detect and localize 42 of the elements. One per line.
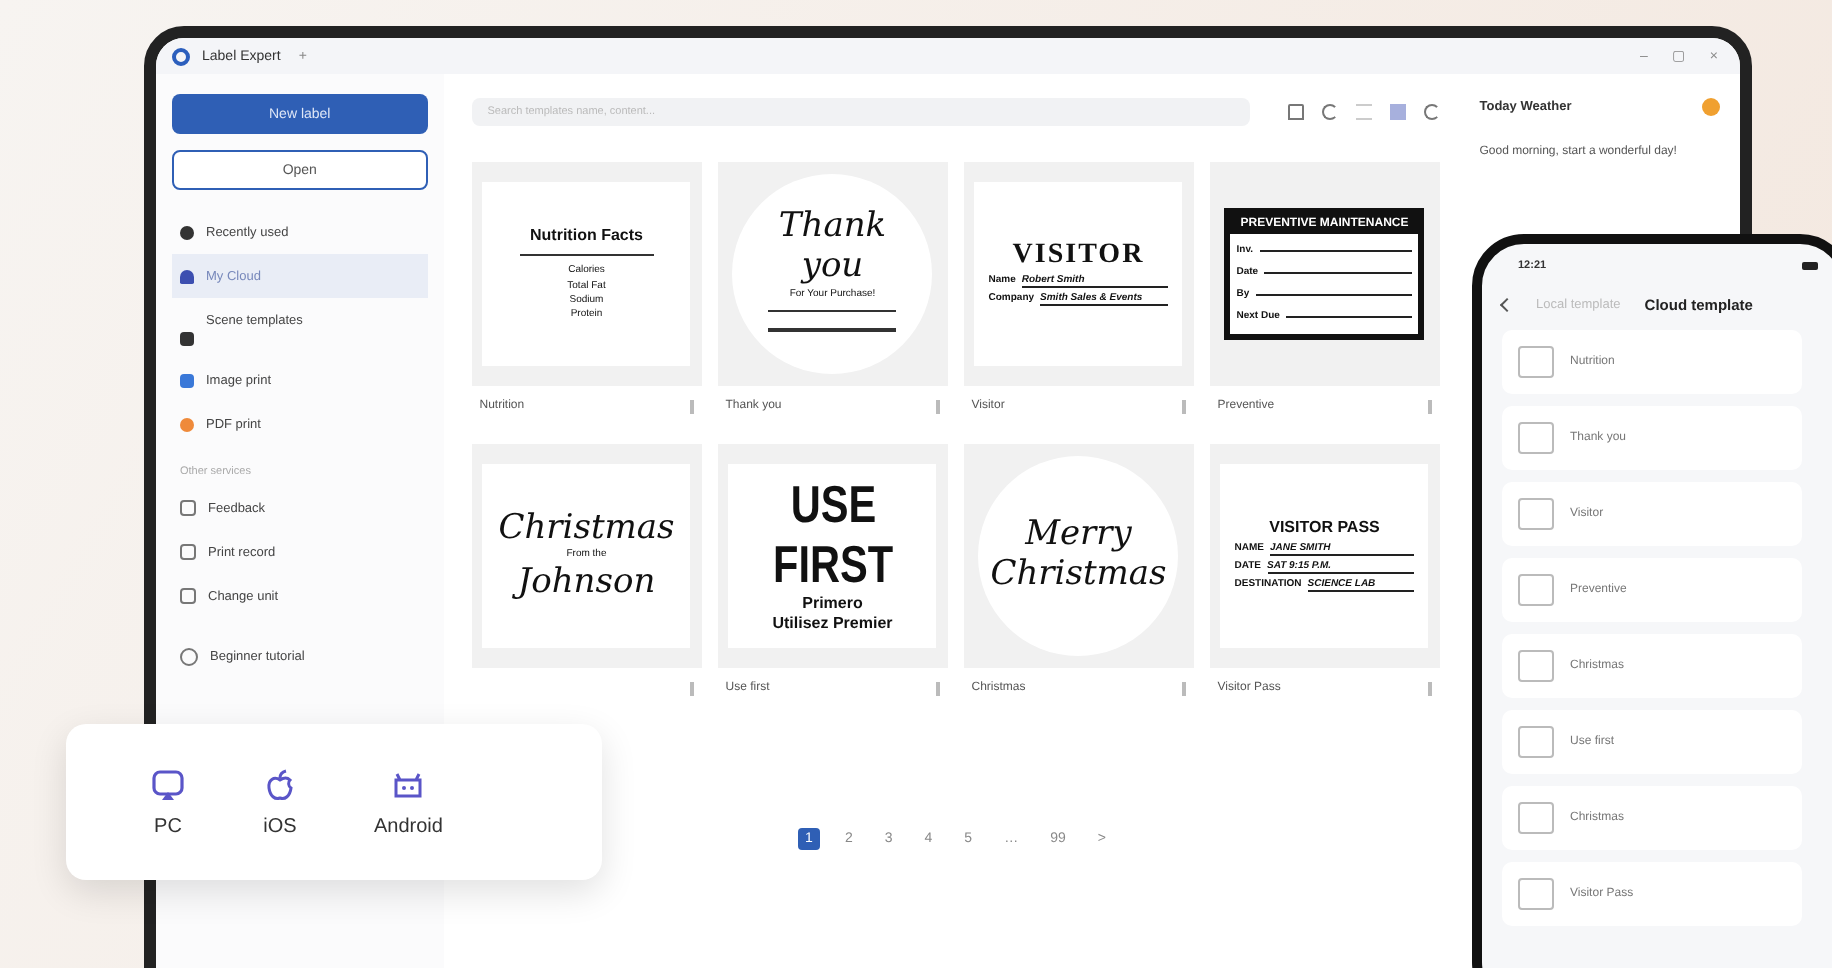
circle-icon	[180, 647, 198, 665]
label-thumbnail	[1518, 574, 1554, 606]
apple-icon[interactable]	[262, 767, 298, 803]
label-thumbnail	[1518, 650, 1554, 682]
label-text: Thank	[778, 210, 887, 246]
label-text: VISITOR PASS	[1269, 520, 1380, 538]
label-thumbnail	[1518, 802, 1554, 834]
monitor-icon[interactable]	[150, 767, 186, 803]
square-icon	[180, 500, 196, 516]
rule-line	[519, 253, 654, 257]
label-text: Johnson	[517, 565, 656, 601]
label-thumbnail	[1518, 498, 1554, 530]
label-text: Utilisez Premier	[772, 616, 893, 634]
label-thumbnail	[1518, 726, 1554, 758]
list-view-icon[interactable]	[1355, 104, 1372, 120]
label-text: Christmas	[498, 511, 675, 547]
label-thumbnail	[1518, 346, 1554, 378]
label-text: Merry	[1025, 518, 1132, 554]
grid-view-icon[interactable]	[1389, 104, 1406, 120]
square-icon	[180, 588, 196, 604]
label-text: USE	[789, 478, 876, 534]
platform-label: iOS	[263, 815, 297, 837]
refresh-icon[interactable]	[1321, 104, 1338, 120]
battery-icon	[1802, 262, 1818, 270]
square-icon	[180, 544, 196, 560]
platform-label: PC	[154, 815, 182, 837]
sync-icon[interactable]	[1423, 104, 1440, 120]
label-thumbnail	[1518, 422, 1554, 454]
app-logo-icon	[172, 47, 190, 65]
rule-line	[768, 309, 897, 313]
label-text: VISITOR	[1012, 241, 1145, 271]
label-thumbnail	[1518, 878, 1554, 910]
label-preview[interactable]: USE FIRST Primero Utilisez Premier	[717, 444, 948, 668]
rule-line	[768, 328, 897, 332]
label-preview[interactable]: Merry Christmas	[963, 444, 1194, 668]
sun-icon	[1702, 98, 1720, 116]
label-text: Primero	[802, 595, 863, 613]
label-text: FIRST	[772, 537, 893, 592]
label-text: Nutrition Facts	[530, 227, 643, 244]
platform-label: Android	[374, 815, 443, 837]
label-text: you	[801, 249, 864, 286]
label-text: Christmas	[990, 558, 1167, 594]
